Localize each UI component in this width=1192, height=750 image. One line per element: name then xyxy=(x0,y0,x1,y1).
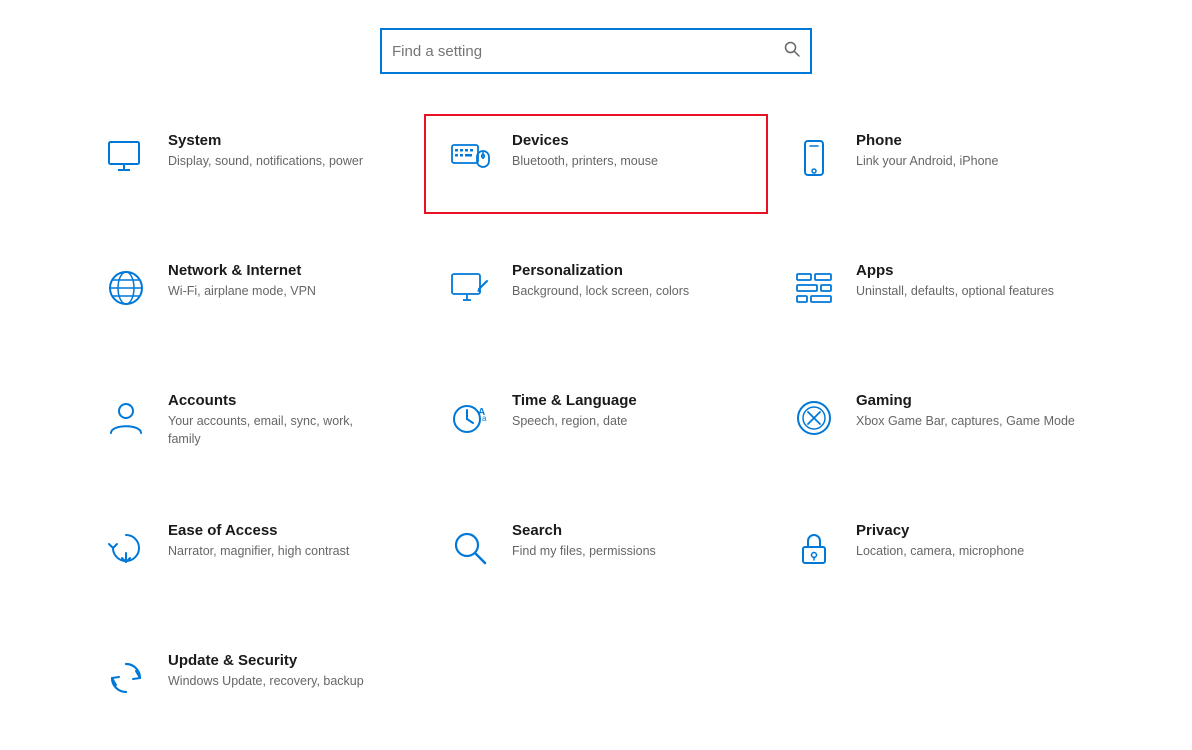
devices-icon xyxy=(446,134,494,182)
personalization-text: Personalization Background, lock screen,… xyxy=(512,262,689,301)
setting-time[interactable]: A a Time & Language Speech, region, date xyxy=(424,374,768,474)
privacy-title: Privacy xyxy=(856,522,1024,539)
phone-text: Phone Link your Android, iPhone xyxy=(856,132,998,171)
apps-title: Apps xyxy=(856,262,1054,279)
network-desc: Wi-Fi, airplane mode, VPN xyxy=(168,283,316,301)
setting-gaming[interactable]: Gaming Xbox Game Bar, captures, Game Mod… xyxy=(768,374,1112,474)
time-desc: Speech, region, date xyxy=(512,413,637,431)
accounts-text: Accounts Your accounts, email, sync, wor… xyxy=(168,392,388,448)
settings-grid: System Display, sound, notifications, po… xyxy=(80,114,1112,734)
search-settings-desc: Find my files, permissions xyxy=(512,543,656,561)
gaming-desc: Xbox Game Bar, captures, Game Mode xyxy=(856,413,1075,431)
apps-icon xyxy=(790,264,838,312)
system-text: System Display, sound, notifications, po… xyxy=(168,132,363,171)
network-title: Network & Internet xyxy=(168,262,316,279)
time-icon: A a xyxy=(446,394,494,442)
gaming-title: Gaming xyxy=(856,392,1075,409)
personalization-desc: Background, lock screen, colors xyxy=(512,283,689,301)
time-title: Time & Language xyxy=(512,392,637,409)
search-settings-text: Search Find my files, permissions xyxy=(512,522,656,561)
gaming-icon xyxy=(790,394,838,442)
setting-apps[interactable]: Apps Uninstall, defaults, optional featu… xyxy=(768,244,1112,344)
update-text: Update & Security Windows Update, recove… xyxy=(168,652,364,691)
setting-ease[interactable]: Ease of Access Narrator, magnifier, high… xyxy=(80,504,424,604)
accounts-icon xyxy=(102,394,150,442)
accounts-title: Accounts xyxy=(168,392,388,409)
accounts-desc: Your accounts, email, sync, work, family xyxy=(168,413,388,448)
system-desc: Display, sound, notifications, power xyxy=(168,153,363,171)
apps-desc: Uninstall, defaults, optional features xyxy=(856,283,1054,301)
setting-phone[interactable]: Phone Link your Android, iPhone xyxy=(768,114,1112,214)
setting-search[interactable]: Search Find my files, permissions xyxy=(424,504,768,604)
monitor-icon xyxy=(102,134,150,182)
system-title: System xyxy=(168,132,363,149)
setting-system[interactable]: System Display, sound, notifications, po… xyxy=(80,114,424,214)
phone-desc: Link your Android, iPhone xyxy=(856,153,998,171)
privacy-text: Privacy Location, camera, microphone xyxy=(856,522,1024,561)
privacy-desc: Location, camera, microphone xyxy=(856,543,1024,561)
ease-text: Ease of Access Narrator, magnifier, high… xyxy=(168,522,349,561)
search-icon xyxy=(784,41,800,62)
time-text: Time & Language Speech, region, date xyxy=(512,392,637,431)
gaming-text: Gaming Xbox Game Bar, captures, Game Mod… xyxy=(856,392,1075,431)
update-title: Update & Security xyxy=(168,652,364,669)
search-input[interactable] xyxy=(392,43,778,60)
update-desc: Windows Update, recovery, backup xyxy=(168,673,364,691)
phone-title: Phone xyxy=(856,132,998,149)
ease-title: Ease of Access xyxy=(168,522,349,539)
setting-network[interactable]: Network & Internet Wi-Fi, airplane mode,… xyxy=(80,244,424,344)
setting-privacy[interactable]: Privacy Location, camera, microphone xyxy=(768,504,1112,604)
phone-icon xyxy=(790,134,838,182)
apps-text: Apps Uninstall, defaults, optional featu… xyxy=(856,262,1054,301)
search-settings-icon xyxy=(446,524,494,572)
settings-page: System Display, sound, notifications, po… xyxy=(0,0,1192,750)
ease-icon xyxy=(102,524,150,572)
ease-desc: Narrator, magnifier, high contrast xyxy=(168,543,349,561)
search-settings-title: Search xyxy=(512,522,656,539)
search-bar xyxy=(380,28,812,74)
search-container xyxy=(380,28,812,74)
update-icon xyxy=(102,654,150,702)
devices-desc: Bluetooth, printers, mouse xyxy=(512,153,658,171)
setting-devices[interactable]: Devices Bluetooth, printers, mouse xyxy=(424,114,768,214)
setting-update[interactable]: Update & Security Windows Update, recove… xyxy=(80,634,424,734)
network-icon xyxy=(102,264,150,312)
devices-text: Devices Bluetooth, printers, mouse xyxy=(512,132,658,171)
svg-text:a: a xyxy=(482,414,487,423)
devices-title: Devices xyxy=(512,132,658,149)
personalization-title: Personalization xyxy=(512,262,689,279)
network-text: Network & Internet Wi-Fi, airplane mode,… xyxy=(168,262,316,301)
setting-personalization[interactable]: Personalization Background, lock screen,… xyxy=(424,244,768,344)
setting-accounts[interactable]: Accounts Your accounts, email, sync, wor… xyxy=(80,374,424,474)
personalization-icon xyxy=(446,264,494,312)
privacy-icon xyxy=(790,524,838,572)
